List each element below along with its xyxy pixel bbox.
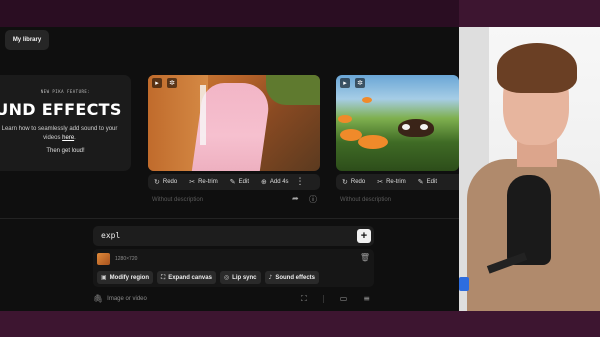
add-button[interactable]: + xyxy=(357,229,371,243)
edit-icon: ✎ xyxy=(229,178,236,186)
promo-cta: Then get loud! xyxy=(46,148,85,154)
sound-effects-button[interactable]: ♪ Sound effects xyxy=(264,271,320,284)
add-time-icon: ⊕ xyxy=(260,178,267,186)
sound-effects-icon: ♪ xyxy=(268,274,273,281)
orange-flower xyxy=(358,135,388,149)
play-icon[interactable]: ▸ xyxy=(340,78,350,88)
trash-icon[interactable]: 🗑 xyxy=(360,253,370,262)
video-2-description[interactable]: Without description xyxy=(340,197,391,203)
retrim-button[interactable]: ✂ Re-trim xyxy=(183,174,224,190)
redo-button[interactable]: ↻ Redo xyxy=(148,174,183,190)
edit-button[interactable]: ✎ Edit xyxy=(224,174,255,190)
my-library-button[interactable]: My library xyxy=(5,30,49,50)
edit-label: Edit xyxy=(238,179,249,185)
redo-button[interactable]: ↻ Redo xyxy=(336,174,371,190)
bottom-icons: ⛶ ▭ ≡ xyxy=(301,294,370,304)
orange-flower xyxy=(338,115,352,123)
prompt-text[interactable]: expl xyxy=(101,231,120,240)
add-4s-label: Add 4s xyxy=(269,179,289,185)
video-thumbnail-waterfall[interactable] xyxy=(148,75,320,171)
expand-canvas-icon: ⛶ xyxy=(161,273,166,281)
camera-icon[interactable]: ▭ xyxy=(340,294,348,304)
logo-mark xyxy=(459,277,469,291)
sparkle-icon[interactable]: ✲ xyxy=(355,78,365,88)
video-1-description[interactable]: Without description xyxy=(152,197,203,203)
promo-kicker: NEW PIKA FEATURE: xyxy=(40,89,91,94)
separator xyxy=(322,295,324,303)
sparkle-icon[interactable]: ✲ xyxy=(167,78,177,88)
edit-icon: ✎ xyxy=(417,178,424,186)
edit-label: Edit xyxy=(426,179,437,185)
prompt-input[interactable]: expl + xyxy=(93,226,374,246)
lip-sync-button[interactable]: ◎ Lip sync xyxy=(219,271,261,284)
lip-sync-icon: ◎ xyxy=(223,274,230,281)
retrim-button[interactable]: ✂ Re-trim xyxy=(371,174,412,190)
redo-label: Redo xyxy=(162,179,178,185)
retrim-icon: ✂ xyxy=(189,178,196,186)
play-icon[interactable]: ▸ xyxy=(152,78,162,88)
modify-region-button[interactable]: ▣ Modify region xyxy=(97,271,154,284)
promo-description: Learn how to seamlessly add sound to you… xyxy=(0,125,131,143)
attach-media-button[interactable]: 🖇 Image or video xyxy=(93,294,147,303)
video-2-toolbar: ↻ Redo ✂ Re-trim ✎ Edit xyxy=(336,174,459,190)
retrim-label: Re-trim xyxy=(198,179,218,185)
promo-card[interactable]: NEW PIKA FEATURE: UND EFFECTS Learn how … xyxy=(0,75,131,171)
presenter-hair xyxy=(497,43,577,93)
redo-label: Redo xyxy=(350,179,366,185)
divider xyxy=(0,218,459,219)
microphone xyxy=(507,175,551,265)
video-1-overlay-icons: ▸ ✲ xyxy=(152,78,177,88)
share-icon[interactable]: ➦ xyxy=(292,194,299,203)
water-stream xyxy=(200,85,206,145)
attached-media-panel: 1280×720 🗑 ▣ Modify region ⛶ Expand canvas… xyxy=(93,249,374,287)
retrim-icon: ✂ xyxy=(377,178,384,186)
info-icon[interactable]: ⓘ xyxy=(309,194,317,205)
video-thumbnail-butterfly[interactable] xyxy=(336,75,459,171)
modify-region-icon: ▣ xyxy=(101,274,107,281)
media-resolution: 1280×720 xyxy=(115,256,138,262)
butterfly-small xyxy=(362,97,372,103)
promo-desc-suffix: . xyxy=(74,135,76,141)
promo-headline: UND EFFECTS xyxy=(0,100,122,119)
more-options-icon[interactable]: ⋮ xyxy=(295,177,307,187)
media-thumbnail[interactable] xyxy=(97,253,110,265)
expand-canvas-button[interactable]: ⛶ Expand canvas xyxy=(157,271,216,284)
video-1-toolbar: ↻ Redo ✂ Re-trim ✎ Edit ⊕ Add 4s ⋮ xyxy=(148,174,320,190)
modify-region-label: Modify region xyxy=(109,274,150,281)
redo-icon: ↻ xyxy=(342,178,348,186)
add-4s-button[interactable]: ⊕ Add 4s xyxy=(255,174,295,190)
webcam-overlay xyxy=(459,27,600,311)
bottom-bar: 🖇 Image or video ⛶ ▭ ≡ xyxy=(93,294,374,306)
paperclip-icon: 🖇 xyxy=(93,294,104,303)
attach-label: Image or video xyxy=(107,295,147,302)
tool-chips: ▣ Modify region ⛶ Expand canvas ◎ Lip sync … xyxy=(97,271,320,284)
sound-effects-label: Sound effects xyxy=(275,274,316,281)
settings-sliders-icon[interactable]: ≡ xyxy=(363,294,370,304)
promo-link[interactable]: here xyxy=(62,135,74,141)
video-2-overlay-icons: ▸ ✲ xyxy=(340,78,365,88)
retrim-label: Re-trim xyxy=(386,179,406,185)
lip-sync-label: Lip sync xyxy=(232,274,257,281)
redo-icon: ↻ xyxy=(154,178,160,186)
edit-button[interactable]: ✎ Edit xyxy=(412,174,443,190)
promo-desc-prefix: Learn how to seamlessly add sound to you… xyxy=(1,126,118,141)
vegetation xyxy=(266,75,320,105)
expand-canvas-label: Expand canvas xyxy=(168,274,212,281)
butterfly xyxy=(398,119,434,137)
top-strip xyxy=(0,0,459,27)
aspect-ratio-icon[interactable]: ⛶ xyxy=(301,294,307,304)
